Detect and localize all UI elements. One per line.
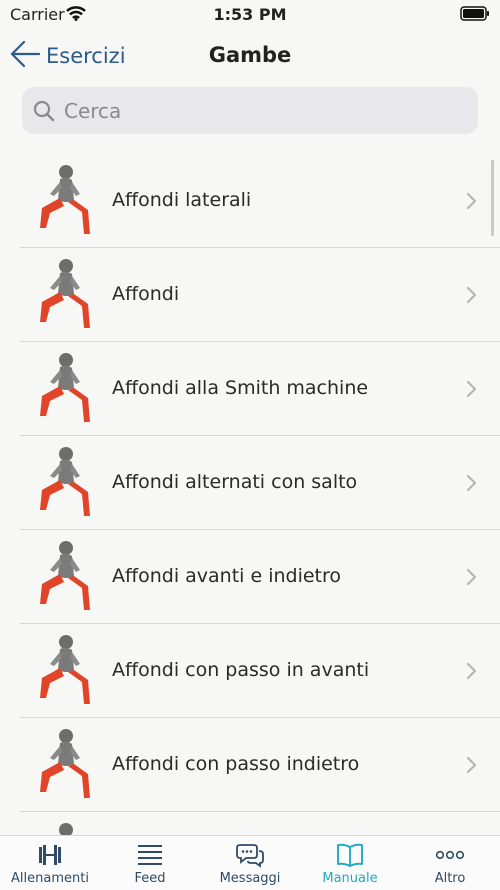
tab-feed[interactable]: Feed (100, 836, 200, 890)
exercise-name: Affondi (112, 283, 180, 305)
page-title: Gambe (208, 43, 292, 67)
tab-altro[interactable]: Altro (400, 836, 500, 890)
exercise-illustration (20, 816, 104, 835)
exercise-name: Affondi alternati con salto (112, 471, 358, 493)
navigation-bar: Esercizi Gambe (0, 30, 500, 82)
exercise-row[interactable]: Affondi... (20, 812, 500, 835)
tab-messaggi[interactable]: Messaggi (200, 836, 300, 890)
tab-label: Manuale (322, 871, 378, 886)
exercise-illustration (20, 158, 104, 242)
search-icon (32, 99, 56, 123)
exercise-illustration (20, 346, 104, 430)
exercise-row[interactable]: Affondi laterali (20, 154, 500, 248)
exercise-illustration (20, 440, 104, 524)
tab-label: Altro (434, 871, 466, 886)
chevron-right-icon (466, 756, 478, 778)
clock: 1:53 PM (213, 5, 287, 24)
feed-lines-icon (100, 842, 200, 870)
exercise-illustration (20, 534, 104, 618)
exercise-row[interactable]: Affondi alla Smith machine (20, 342, 500, 436)
exercise-row[interactable]: Affondi con passo in avanti (20, 624, 500, 718)
status-bar: Carrier 1:53 PM (0, 0, 500, 30)
book-icon (300, 842, 400, 870)
chevron-right-icon (466, 662, 478, 684)
tab-allenamenti[interactable]: Allenamenti (0, 836, 100, 890)
chat-bubbles-icon (200, 842, 300, 870)
exercise-illustration (20, 722, 104, 806)
exercise-name: Affondi con passo in avanti (112, 659, 370, 681)
exercise-name: Affondi laterali (112, 189, 252, 211)
tab-label: Allenamenti (11, 871, 89, 886)
tab-manuale[interactable]: Manuale (300, 836, 400, 890)
exercise-name: Affondi alla Smith machine (112, 377, 369, 399)
more-dots-icon (400, 842, 500, 870)
search-bar[interactable] (22, 87, 478, 134)
exercise-list[interactable]: Affondi laterali Affondi Affondi alla Smit… (0, 154, 500, 835)
tab-bar: Allenamenti Feed Messaggi Manuale Altro (0, 835, 500, 890)
exercise-row[interactable]: Affondi (20, 248, 500, 342)
dumbbell-icon (0, 842, 100, 870)
search-input[interactable] (62, 97, 478, 124)
chevron-right-icon (466, 474, 478, 496)
exercise-row[interactable]: Affondi avanti e indietro (20, 530, 500, 624)
exercise-illustration (20, 252, 104, 336)
chevron-right-icon (466, 192, 478, 214)
chevron-right-icon (466, 380, 478, 402)
exercise-illustration (20, 628, 104, 712)
tab-label: Messaggi (219, 871, 281, 886)
chevron-right-icon (466, 568, 478, 590)
exercise-row[interactable]: Affondi alternati con salto (20, 436, 500, 530)
chevron-right-icon (466, 286, 478, 308)
exercise-row[interactable]: Affondi con passo indietro (20, 718, 500, 812)
battery-icon (460, 6, 490, 25)
exercise-name: Affondi con passo indietro (112, 753, 360, 775)
tab-label: Feed (134, 871, 166, 886)
exercise-name: Affondi... (112, 812, 197, 835)
exercise-name: Affondi avanti e indietro (112, 565, 342, 587)
